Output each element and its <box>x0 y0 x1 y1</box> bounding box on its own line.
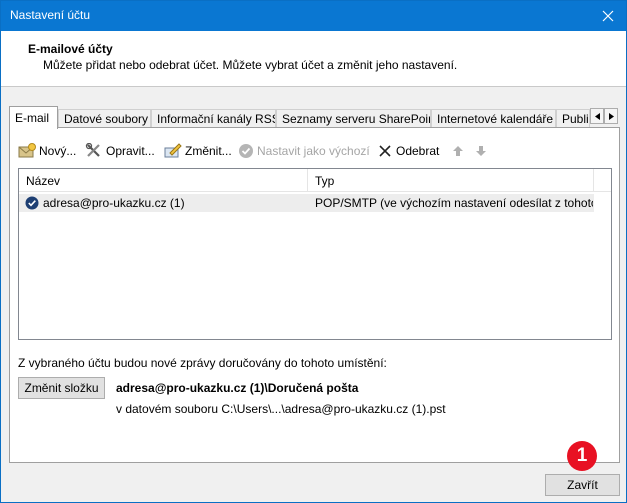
arrow-up-icon <box>453 146 463 156</box>
delivery-target-folder: adresa@pro-ukazku.cz (1)\Doručená pošta <box>116 381 359 395</box>
close-window-button[interactable] <box>590 1 626 31</box>
tab-scroll-right-button[interactable] <box>604 108 618 124</box>
column-header-type[interactable]: Typ <box>308 169 594 191</box>
set-default-button[interactable]: Nastavit jako výchozí <box>238 140 370 162</box>
account-row[interactable]: adresa@pro-ukazku.cz (1) POP/SMTP (ve vý… <box>19 194 594 212</box>
remove-account-button[interactable]: Odebrat <box>377 140 439 162</box>
tools-icon <box>85 143 100 157</box>
account-type: POP/SMTP (ve výchozím nastavení odesílat… <box>315 196 593 210</box>
account-settings-dialog: Nastavení účtu E-mailové účty Můžete při… <box>0 0 627 503</box>
account-name: adresa@pro-ukazku.cz (1) <box>43 196 185 210</box>
close-button[interactable]: Zavřít <box>545 474 620 496</box>
delivery-data-file-path: v datovém souboru C:\Users\...\adresa@pr… <box>116 402 446 416</box>
delivery-location-label: Z vybraného účtu budou nové zprávy doruč… <box>18 356 387 370</box>
section-heading: E-mailové účty <box>28 42 113 56</box>
close-icon <box>602 10 614 22</box>
move-down-button[interactable] <box>474 140 491 162</box>
tab-email[interactable]: E-mail <box>9 106 58 129</box>
move-up-button[interactable] <box>451 140 468 162</box>
new-account-label: Nový... <box>39 144 77 158</box>
change-account-button[interactable]: Změnit... <box>164 140 232 162</box>
default-account-check-icon <box>25 196 39 210</box>
list-header: Název Typ <box>19 169 611 192</box>
account-list[interactable]: Název Typ adresa@pro-ukazku.cz (1) POP/S… <box>18 168 612 340</box>
x-icon <box>379 145 391 157</box>
new-mail-icon <box>18 143 36 158</box>
tab-rss-feeds[interactable]: Informační kanály RSS <box>151 109 276 128</box>
triangle-left-icon <box>594 112 600 120</box>
edit-account-icon <box>164 143 182 158</box>
email-tab-panel: Nový... Opravit... Změnit... Nastavit ja… <box>9 127 620 463</box>
tab-data-files[interactable]: Datové soubory <box>58 109 151 128</box>
remove-account-label: Odebrat <box>396 144 440 158</box>
tab-published-calendars[interactable]: Publi <box>556 109 590 128</box>
arrow-down-icon <box>476 146 486 156</box>
triangle-right-icon <box>608 112 614 120</box>
window-title: Nastavení účtu <box>10 8 91 22</box>
title-bar: Nastavení účtu <box>1 1 626 31</box>
new-account-button[interactable]: Nový... <box>18 140 76 162</box>
tab-sharepoint-lists[interactable]: Seznamy serveru SharePoint <box>276 109 431 128</box>
change-account-label: Změnit... <box>185 144 232 158</box>
header-panel: E-mailové účty Můžete přidat nebo odebra… <box>1 31 626 87</box>
check-circle-icon <box>239 144 253 158</box>
column-header-name[interactable]: Název <box>19 169 308 191</box>
repair-account-label: Opravit... <box>106 144 155 158</box>
section-description: Můžete přidat nebo odebrat účet. Můžete … <box>43 58 458 72</box>
repair-account-button[interactable]: Opravit... <box>85 140 155 162</box>
tab-strip: E-mail Datové soubory Informační kanály … <box>9 106 618 129</box>
set-default-label: Nastavit jako výchozí <box>257 144 370 158</box>
tab-internet-calendars[interactable]: Internetové kalendáře <box>431 109 556 128</box>
tab-scroll-left-button[interactable] <box>590 108 604 124</box>
change-folder-button[interactable]: Změnit složku <box>18 377 105 399</box>
annotation-marker: 1 <box>567 441 597 471</box>
